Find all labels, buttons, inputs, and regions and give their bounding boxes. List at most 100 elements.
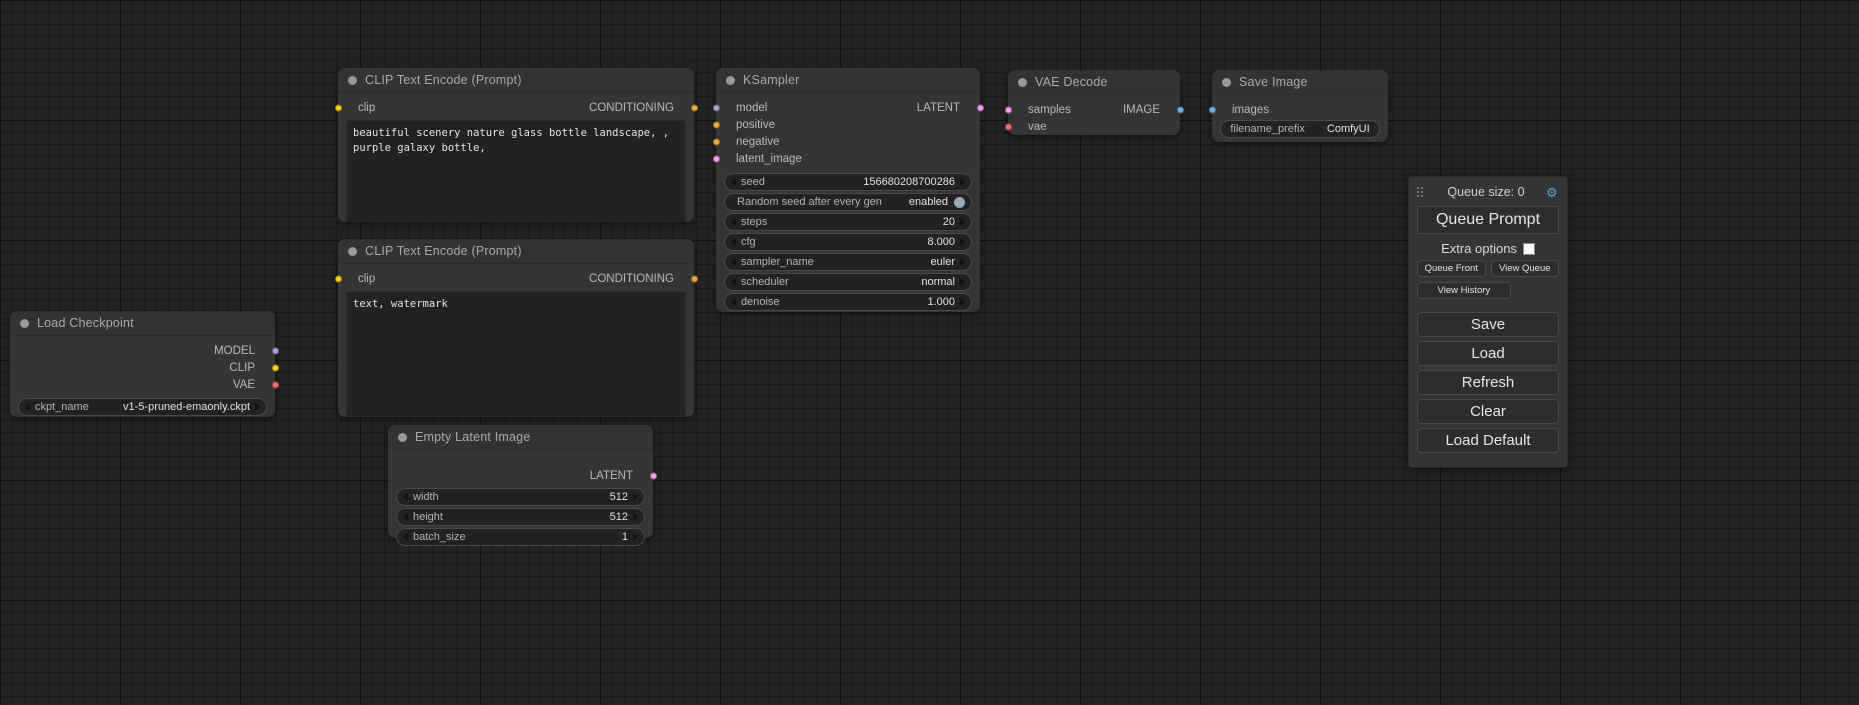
vae-input-dot-icon[interactable]: [1005, 123, 1012, 130]
view-history-button[interactable]: View History: [1417, 282, 1511, 299]
conditioning-output-dot-icon[interactable]: [691, 104, 698, 111]
previous-arrow-icon[interactable]: [731, 278, 736, 286]
node-title-bar[interactable]: CLIP Text Encode (Prompt): [338, 68, 694, 93]
increment-arrow-icon[interactable]: [633, 493, 638, 501]
load-button[interactable]: Load: [1417, 341, 1559, 366]
widget-filename-prefix[interactable]: filename_prefix ComfyUI: [1220, 120, 1380, 138]
increment-arrow-icon[interactable]: [960, 218, 965, 226]
node-title-bar[interactable]: KSampler: [716, 68, 980, 93]
collapse-dot-icon[interactable]: [20, 319, 29, 328]
node-load-checkpoint[interactable]: Load Checkpoint MODEL CLIP VAE ckpt_name: [10, 311, 275, 417]
increment-arrow-icon[interactable]: [960, 238, 965, 246]
image-output-dot-icon[interactable]: [1177, 106, 1184, 113]
extra-options-row[interactable]: Extra options: [1417, 241, 1559, 256]
collapse-dot-icon[interactable]: [1222, 78, 1231, 87]
comfy-menu-panel[interactable]: Queue size: 0 ⚙ Queue Prompt Extra optio…: [1408, 176, 1568, 468]
decrement-arrow-icon[interactable]: [731, 238, 736, 246]
clip-output-dot-icon[interactable]: [272, 364, 279, 371]
node-save-image[interactable]: Save Image images filename_prefix ComfyU…: [1212, 70, 1388, 142]
load-default-button[interactable]: Load Default: [1417, 428, 1559, 453]
output-slot-model[interactable]: MODEL: [10, 342, 275, 359]
input-slot-images[interactable]: images: [1212, 101, 1388, 118]
decrement-arrow-icon[interactable]: [731, 298, 736, 306]
collapse-dot-icon[interactable]: [348, 247, 357, 256]
vae-output-dot-icon[interactable]: [272, 381, 279, 388]
output-slot-latent[interactable]: LATENT: [716, 99, 980, 116]
prompt-textarea[interactable]: text, watermark: [346, 291, 686, 417]
increment-arrow-icon[interactable]: [633, 513, 638, 521]
images-input-dot-icon[interactable]: [1209, 106, 1216, 113]
latent-image-input-dot-icon[interactable]: [713, 155, 720, 162]
node-vae-decode[interactable]: VAE Decode samples IMAGE vae: [1008, 70, 1180, 135]
node-empty-latent-image[interactable]: Empty Latent Image LATENT width 512: [388, 425, 653, 538]
clear-button[interactable]: Clear: [1417, 399, 1559, 424]
increment-arrow-icon[interactable]: [960, 178, 965, 186]
next-arrow-icon[interactable]: [960, 258, 965, 266]
input-slot-vae[interactable]: vae: [1008, 118, 1180, 135]
decrement-arrow-icon[interactable]: [403, 513, 408, 521]
output-slot-image[interactable]: IMAGE: [1008, 101, 1180, 118]
node-title-bar[interactable]: Empty Latent Image: [388, 425, 653, 450]
refresh-button[interactable]: Refresh: [1417, 370, 1559, 395]
node-ksampler[interactable]: KSampler model LATENT positive negative: [716, 68, 980, 312]
node-title-bar[interactable]: Save Image: [1212, 70, 1388, 95]
menu-header[interactable]: Queue size: 0 ⚙: [1417, 183, 1559, 201]
node-body: clip CONDITIONING beautiful scenery natu…: [338, 93, 694, 230]
widget-seed[interactable]: seed 156680208700286: [724, 173, 972, 191]
save-button[interactable]: Save: [1417, 312, 1559, 337]
increment-arrow-icon[interactable]: [960, 298, 965, 306]
output-slot-latent[interactable]: LATENT: [388, 467, 653, 484]
output-slot-conditioning[interactable]: CONDITIONING: [338, 270, 694, 287]
decrement-arrow-icon[interactable]: [403, 493, 408, 501]
widget-height[interactable]: height 512: [396, 508, 645, 526]
decrement-arrow-icon[interactable]: [731, 178, 736, 186]
collapse-dot-icon[interactable]: [348, 76, 357, 85]
model-output-dot-icon[interactable]: [272, 347, 279, 354]
prompt-textarea[interactable]: beautiful scenery nature glass bottle la…: [346, 120, 686, 222]
drag-handle-icon[interactable]: [1417, 187, 1426, 198]
decrement-arrow-icon[interactable]: [403, 533, 408, 541]
output-slot-conditioning[interactable]: CONDITIONING: [338, 99, 694, 116]
toggle-knob-icon[interactable]: [954, 197, 965, 208]
previous-arrow-icon[interactable]: [25, 403, 30, 411]
widget-ckpt-name[interactable]: ckpt_name v1-5-pruned-emaonly.ckpt: [18, 398, 267, 416]
collapse-dot-icon[interactable]: [398, 433, 407, 442]
output-slot-vae[interactable]: VAE: [10, 376, 275, 393]
widget-width[interactable]: width 512: [396, 488, 645, 506]
collapse-dot-icon[interactable]: [726, 76, 735, 85]
node-clip-text-encode-positive[interactable]: CLIP Text Encode (Prompt) clip CONDITION…: [338, 68, 694, 222]
latent-output-dot-icon[interactable]: [650, 472, 657, 479]
extra-options-checkbox[interactable]: [1523, 243, 1535, 255]
node-clip-text-encode-negative[interactable]: CLIP Text Encode (Prompt) clip CONDITION…: [338, 239, 694, 417]
next-arrow-icon[interactable]: [255, 403, 260, 411]
increment-arrow-icon[interactable]: [633, 533, 638, 541]
widget-cfg[interactable]: cfg 8.000: [724, 233, 972, 251]
positive-input-dot-icon[interactable]: [713, 121, 720, 128]
node-body: model LATENT positive negative latent_im…: [716, 93, 980, 321]
view-queue-button[interactable]: View Queue: [1491, 260, 1560, 277]
conditioning-output-dot-icon[interactable]: [691, 275, 698, 282]
gear-icon[interactable]: ⚙: [1546, 186, 1559, 199]
output-slot-clip[interactable]: CLIP: [10, 359, 275, 376]
widget-steps[interactable]: steps 20: [724, 213, 972, 231]
input-slot-negative[interactable]: negative: [716, 133, 980, 150]
graph-canvas[interactable]: CLIP Text Encode (Prompt) clip CONDITION…: [0, 0, 1859, 705]
next-arrow-icon[interactable]: [960, 278, 965, 286]
collapse-dot-icon[interactable]: [1018, 78, 1027, 87]
decrement-arrow-icon[interactable]: [731, 218, 736, 226]
previous-arrow-icon[interactable]: [731, 258, 736, 266]
input-slot-latent-image[interactable]: latent_image: [716, 150, 980, 167]
negative-input-dot-icon[interactable]: [713, 138, 720, 145]
queue-front-button[interactable]: Queue Front: [1417, 260, 1486, 277]
widget-denoise[interactable]: denoise 1.000: [724, 293, 972, 311]
queue-prompt-button[interactable]: Queue Prompt: [1417, 206, 1559, 234]
widget-batch-size[interactable]: batch_size 1: [396, 528, 645, 546]
node-title-bar[interactable]: VAE Decode: [1008, 70, 1180, 95]
node-title-bar[interactable]: CLIP Text Encode (Prompt): [338, 239, 694, 264]
latent-output-dot-icon[interactable]: [977, 104, 984, 111]
input-slot-positive[interactable]: positive: [716, 116, 980, 133]
widget-scheduler[interactable]: scheduler normal: [724, 273, 972, 291]
widget-random-seed-toggle[interactable]: Random seed after every gen enabled: [724, 193, 972, 211]
widget-sampler-name[interactable]: sampler_name euler: [724, 253, 972, 271]
node-title-bar[interactable]: Load Checkpoint: [10, 311, 275, 336]
